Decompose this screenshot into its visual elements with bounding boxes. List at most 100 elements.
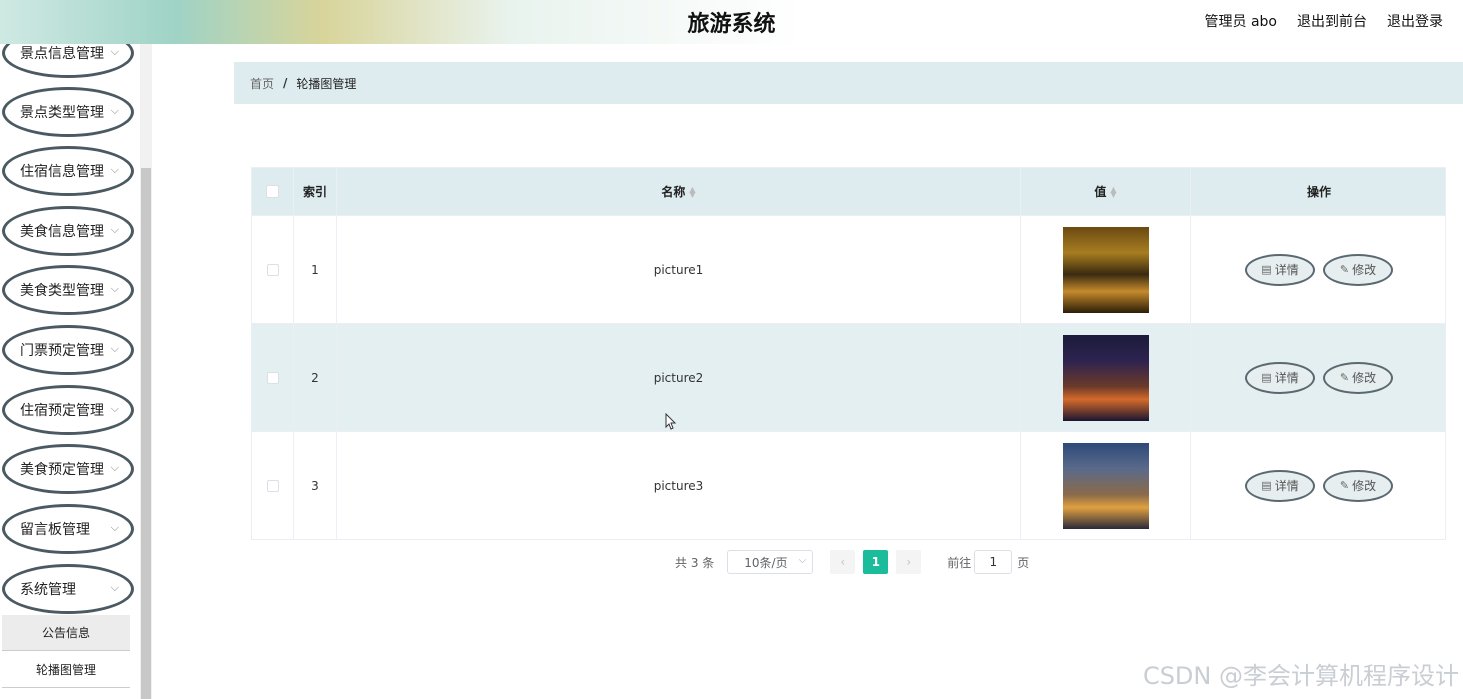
sidebar-item-lodging-booking[interactable]: 住宿预定管理 ⌵ [2, 385, 134, 435]
document-icon: ▤ [1261, 263, 1272, 276]
page-suffix: 页 [1017, 555, 1030, 570]
select-all-checkbox[interactable] [266, 185, 279, 198]
sidebar-scrollbar[interactable] [140, 44, 152, 699]
chevron-left-icon: ‹ [840, 555, 846, 569]
sidebar-item-label: 系统管理 [20, 582, 76, 598]
sidebar-item-system[interactable]: 系统管理 ⌵ [2, 564, 134, 614]
row-index: 3 [294, 432, 337, 539]
row-checkbox-cell [252, 432, 294, 539]
row-checkbox[interactable] [266, 479, 279, 492]
row-value-cell [1021, 216, 1191, 323]
header-index: 索引 [294, 168, 337, 215]
sidebar-item-label: 景点信息管理 [20, 46, 104, 62]
detail-button[interactable]: ▤ 详情 [1245, 469, 1315, 502]
detail-label: 详情 [1274, 479, 1299, 493]
chevron-up-icon: ⌵ [110, 581, 119, 594]
row-checkbox-cell [252, 216, 294, 323]
pencil-icon: ✎ [1339, 371, 1350, 384]
sidebar-item-label: 景点类型管理 [20, 105, 104, 121]
sidebar-item-food-info[interactable]: 美食信息管理 ⌵ [2, 206, 134, 256]
carousel-image [1062, 442, 1149, 529]
chevron-down-icon: ⌵ [110, 282, 119, 295]
sort-icon[interactable]: ▲ ▼ [689, 185, 695, 198]
sidebar-item-ticket-booking[interactable]: 门票预定管理 ⌵ [2, 325, 134, 375]
edit-label: 修改 [1352, 479, 1377, 493]
goto-page-input[interactable]: 1 [974, 550, 1013, 574]
edit-label: 修改 [1352, 263, 1377, 277]
chevron-down-icon: ⌵ [110, 223, 119, 236]
carousel-image [1062, 226, 1149, 313]
edit-label: 修改 [1352, 371, 1377, 385]
page-size-value: 10条/页 [744, 555, 788, 570]
header-actions: 操作 [1306, 185, 1331, 199]
row-checkbox[interactable] [266, 263, 279, 276]
sidebar-item-label: 留言板管理 [20, 522, 90, 538]
detail-label: 详情 [1274, 263, 1299, 277]
chevron-down-icon: ⌵ [110, 104, 119, 117]
sidebar-subitem-notice[interactable]: 公告信息 [2, 615, 130, 651]
edit-button[interactable]: ✎ 修改 [1323, 253, 1393, 286]
row-name: picture3 [337, 432, 1021, 539]
chevron-right-icon: › [906, 555, 912, 569]
back-to-front-link[interactable]: 退出到前台 [1297, 11, 1367, 31]
pagination: 共 3 条 10条/页 ⌵ ‹ 1 › 前往 1 页 [675, 549, 1029, 575]
table-row: 3 picture3 ▤ 详情 ✎ 修改 [252, 431, 1445, 539]
detail-label: 详情 [1274, 371, 1299, 385]
row-checkbox-cell [252, 324, 294, 431]
prev-page-button[interactable]: ‹ [830, 550, 856, 574]
next-page-button[interactable]: › [896, 550, 922, 574]
header-checkbox-cell [252, 168, 294, 215]
breadcrumb-current: 轮播图管理 [296, 76, 357, 91]
row-name: picture2 [337, 324, 1021, 431]
header-name[interactable]: 名称 ▲ ▼ [337, 168, 1021, 215]
sort-icon[interactable]: ▲ ▼ [1110, 185, 1116, 198]
row-value-cell [1021, 432, 1191, 539]
detail-button[interactable]: ▤ 详情 [1245, 253, 1315, 286]
carousel-table: 索引 名称 ▲ ▼ 值 ▲ ▼ 操作 1 picture1 ▤ 详情 ✎ 修改 2 pict… [251, 167, 1446, 540]
page-size-select[interactable]: 10条/页 ⌵ [727, 550, 814, 574]
breadcrumb-separator: / [283, 76, 288, 90]
sidebar-item-label: 美食类型管理 [20, 283, 104, 299]
sidebar-item-message-board[interactable]: 留言板管理 ⌵ [2, 504, 134, 554]
row-index: 2 [294, 324, 337, 431]
sidebar-item-food-type[interactable]: 美食类型管理 ⌵ [2, 265, 134, 315]
current-user[interactable]: 管理员 abo [1205, 11, 1277, 31]
page-number-current[interactable]: 1 [863, 550, 889, 574]
sidebar-item-label: 住宿信息管理 [20, 164, 104, 180]
row-checkbox[interactable] [266, 371, 279, 384]
sidebar-item-food-booking[interactable]: 美食预定管理 ⌵ [2, 444, 134, 494]
header-value[interactable]: 值 ▲ ▼ [1021, 168, 1191, 215]
row-actions: ▤ 详情 ✎ 修改 [1191, 432, 1447, 539]
table-row: 2 picture2 ▤ 详情 ✎ 修改 [252, 323, 1445, 431]
sidebar-item-scenic-info[interactable]: 景点信息管理 ⌵ [2, 44, 134, 78]
row-actions: ▤ 详情 ✎ 修改 [1191, 216, 1447, 323]
sidebar-item-scenic-type[interactable]: 景点类型管理 ⌵ [2, 87, 134, 137]
chevron-down-icon: ⌵ [798, 555, 807, 566]
chevron-down-icon: ⌵ [110, 342, 119, 355]
chevron-down-icon: ⌵ [110, 45, 119, 58]
sidebar-item-lodging-info[interactable]: 住宿信息管理 ⌵ [2, 146, 134, 196]
goto-label: 前往 [947, 555, 972, 570]
pencil-icon: ✎ [1339, 479, 1350, 492]
document-icon: ▤ [1261, 371, 1272, 384]
row-actions: ▤ 详情 ✎ 修改 [1191, 324, 1447, 431]
row-name: picture1 [337, 216, 1021, 323]
header-actions: 管理员 abo 退出到前台 退出登录 [1205, 11, 1443, 31]
scrollbar-thumb[interactable] [141, 168, 151, 699]
logout-link[interactable]: 退出登录 [1387, 11, 1443, 31]
breadcrumb-home[interactable]: 首页 [250, 75, 274, 92]
breadcrumb: 首页 / 轮播图管理 [234, 62, 1463, 104]
detail-button[interactable]: ▤ 详情 [1245, 361, 1315, 394]
mouse-cursor-icon [665, 413, 677, 430]
edit-button[interactable]: ✎ 修改 [1323, 469, 1393, 502]
chevron-down-icon: ⌵ [110, 402, 119, 415]
top-header: 旅游系统 管理员 abo 退出到前台 退出登录 [0, 0, 1463, 44]
sidebar-item-label: 美食预定管理 [20, 462, 104, 478]
sidebar-item-label: 美食信息管理 [20, 224, 104, 240]
watermark: CSDN @李会计算机程序设计 [1142, 662, 1459, 690]
chevron-down-icon: ⌵ [110, 521, 119, 534]
table-row: 1 picture1 ▤ 详情 ✎ 修改 [252, 215, 1445, 323]
carousel-image [1062, 334, 1149, 421]
edit-button[interactable]: ✎ 修改 [1323, 361, 1393, 394]
sidebar-subitem-carousel[interactable]: 轮播图管理 [2, 652, 130, 688]
